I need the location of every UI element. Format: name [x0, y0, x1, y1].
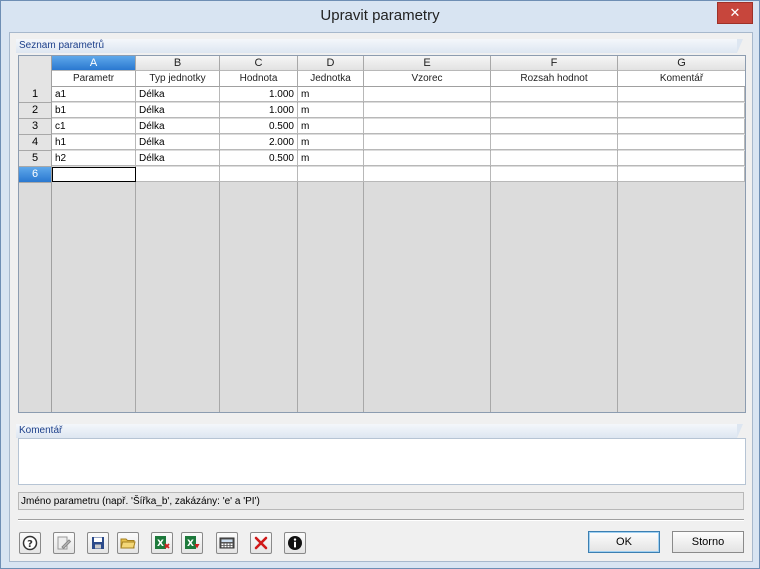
cell-parametr-selected[interactable] — [52, 167, 136, 182]
row-number[interactable]: 2 — [19, 103, 52, 119]
column-title-komentar[interactable]: Komentář — [618, 71, 745, 87]
cell-rozsah-hodnot[interactable] — [491, 119, 618, 134]
cell-komentar[interactable] — [618, 151, 745, 166]
row-number[interactable]: 3 — [19, 119, 52, 135]
title-bar[interactable]: Upravit parametry ✕ — [1, 1, 759, 32]
cell-rozsah-hodnot[interactable] — [491, 103, 618, 118]
cell-jednotka[interactable]: m — [298, 87, 364, 102]
close-button[interactable]: ✕ — [717, 2, 753, 24]
cell-parametr[interactable]: h2 — [52, 151, 136, 166]
parameter-list-header: Seznam parametrů — [16, 39, 743, 53]
cell-typ-jednotky[interactable]: Délka — [136, 119, 220, 134]
column-letter-a[interactable]: A — [52, 56, 136, 71]
cell-jednotka[interactable] — [298, 167, 364, 182]
cell-hodnota[interactable]: 1.000 — [220, 103, 298, 118]
column-title-jednotka[interactable]: Jednotka — [298, 71, 364, 87]
cell-vzorec[interactable] — [364, 151, 491, 166]
cell-komentar[interactable] — [618, 103, 745, 118]
delete-button[interactable] — [250, 532, 272, 554]
grid-corner[interactable] — [19, 56, 52, 88]
column-title-typ-jednotky[interactable]: Typ jednotky — [136, 71, 220, 87]
separator-line — [18, 519, 744, 521]
cell-hodnota[interactable]: 0.500 — [220, 119, 298, 134]
column-letter-f[interactable]: F — [491, 56, 618, 71]
dialog-title: Upravit parametry — [320, 7, 440, 24]
cell-vzorec[interactable] — [364, 87, 491, 102]
cell-parametr[interactable]: b1 — [52, 103, 136, 118]
cell-vzorec[interactable] — [364, 119, 491, 134]
help-button[interactable]: ? — [19, 532, 41, 554]
cell-typ-jednotky[interactable]: Délka — [136, 135, 220, 150]
calculator-icon — [219, 537, 235, 549]
cell-parametr[interactable]: h1 — [52, 135, 136, 150]
cancel-button[interactable]: Storno — [672, 531, 744, 553]
info-icon — [288, 536, 302, 550]
cell-hodnota[interactable]: 1.000 — [220, 87, 298, 102]
excel-import-icon: X — [155, 536, 170, 549]
cell-typ-jednotky[interactable]: Délka — [136, 151, 220, 166]
excel-export-icon: X — [185, 536, 200, 549]
cell-komentar[interactable] — [618, 87, 745, 102]
cell-jednotka[interactable]: m — [298, 103, 364, 118]
column-title-hodnota[interactable]: Hodnota — [220, 71, 298, 87]
save-icon — [92, 537, 104, 549]
column-title-vzorec[interactable]: Vzorec — [364, 71, 491, 87]
parameter-grid[interactable]: A B C D E F G Parametr Typ jednotky Hodn… — [18, 55, 746, 413]
column-title-parametr[interactable]: Parametr — [52, 71, 136, 87]
svg-text:?: ? — [27, 539, 33, 550]
edit-icon — [57, 536, 72, 550]
column-title-rozsah-hodnot[interactable]: Rozsah hodnot — [491, 71, 618, 87]
column-letter-g[interactable]: G — [618, 56, 745, 71]
cell-komentar[interactable] — [618, 135, 745, 150]
cell-rozsah-hodnot[interactable] — [491, 135, 618, 150]
cell-parametr[interactable]: a1 — [52, 87, 136, 102]
cell-jednotka[interactable]: m — [298, 119, 364, 134]
dialog-client-area: Seznam parametrů A B C D E F G Parametr … — [9, 32, 753, 562]
cell-typ-jednotky[interactable]: Délka — [136, 103, 220, 118]
dialog-window: Upravit parametry ✕ Seznam parametrů A B… — [0, 0, 760, 569]
row-number[interactable]: 5 — [19, 151, 52, 167]
delete-icon — [254, 536, 268, 550]
cell-rozsah-hodnot[interactable] — [491, 167, 618, 182]
column-letter-c[interactable]: C — [220, 56, 298, 71]
cell-komentar[interactable] — [618, 167, 745, 182]
comment-textarea[interactable] — [18, 438, 746, 485]
cell-typ-jednotky[interactable]: Délka — [136, 87, 220, 102]
excel-export-button[interactable]: X — [181, 532, 203, 554]
cell-hodnota[interactable] — [220, 167, 298, 182]
cell-vzorec[interactable] — [364, 103, 491, 118]
cell-rozsah-hodnot[interactable] — [491, 151, 618, 166]
edit-button[interactable] — [53, 532, 75, 554]
row-number[interactable]: 1 — [19, 87, 52, 103]
column-letter-b[interactable]: B — [136, 56, 220, 71]
status-hint: Jméno parametru (např. 'Šířka_b', zakázá… — [18, 492, 744, 510]
cell-komentar[interactable] — [618, 119, 745, 134]
cell-vzorec[interactable] — [364, 167, 491, 182]
calculator-button[interactable] — [216, 532, 238, 554]
cell-hodnota[interactable]: 2.000 — [220, 135, 298, 150]
cell-typ-jednotky[interactable] — [136, 167, 220, 182]
cell-vzorec[interactable] — [364, 135, 491, 150]
row-number[interactable]: 6 — [19, 167, 52, 183]
info-button[interactable] — [284, 532, 306, 554]
cell-rozsah-hodnot[interactable] — [491, 87, 618, 102]
open-button[interactable] — [117, 532, 139, 554]
cell-parametr[interactable]: c1 — [52, 119, 136, 134]
cell-hodnota[interactable]: 0.500 — [220, 151, 298, 166]
column-letter-d[interactable]: D — [298, 56, 364, 71]
save-button[interactable] — [87, 532, 109, 554]
open-folder-icon — [120, 538, 136, 549]
column-letter-e[interactable]: E — [364, 56, 491, 71]
svg-text:X: X — [187, 539, 194, 549]
svg-text:X: X — [157, 539, 164, 549]
excel-import-button[interactable]: X — [151, 532, 173, 554]
ok-button[interactable]: OK — [588, 531, 660, 553]
comment-header: Komentář — [16, 424, 743, 438]
row-number[interactable]: 4 — [19, 135, 52, 151]
help-icon: ? — [22, 535, 38, 551]
cell-jednotka[interactable]: m — [298, 151, 364, 166]
cell-jednotka[interactable]: m — [298, 135, 364, 150]
